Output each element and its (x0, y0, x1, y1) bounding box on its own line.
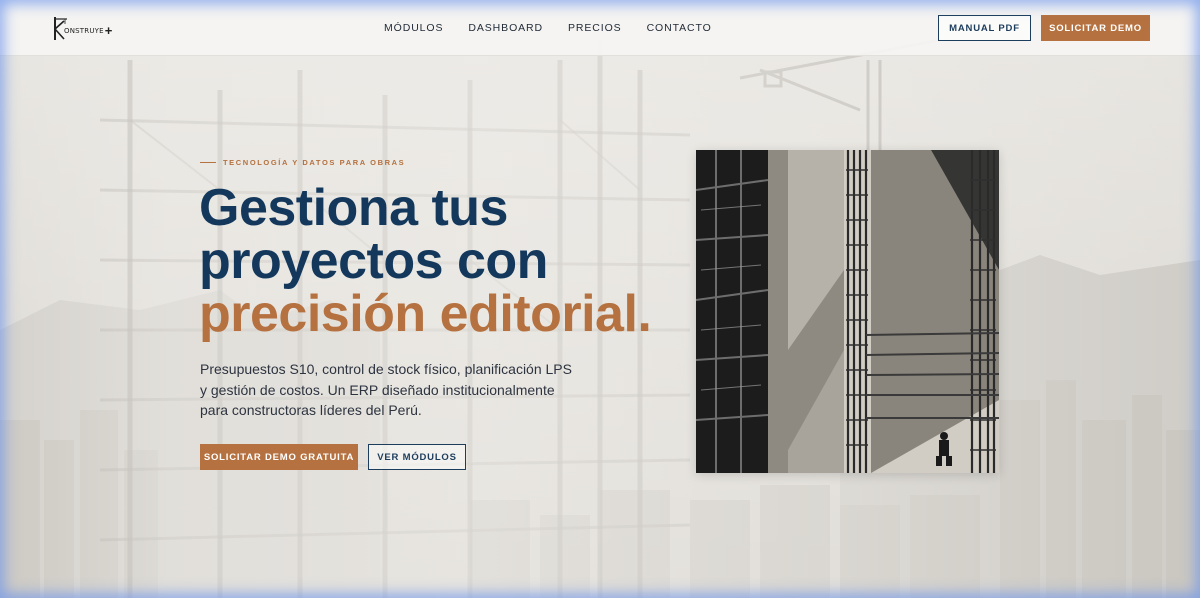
hero-lead: Presupuestos S10, control de stock físic… (200, 361, 572, 418)
nav-item-dashboard[interactable]: DASHBOARD (468, 22, 543, 34)
headline-line-2: proyectos con (199, 232, 548, 290)
site-header: ONSTRUYE + MÓDULOS DASHBOARD PRECIOS CON… (0, 0, 1200, 56)
eyebrow-rule (200, 162, 216, 163)
hero-headline: Gestiona tus proyectos con precisión edi… (199, 182, 679, 341)
view-modules-button[interactable]: VER MÓDULOS (368, 444, 466, 470)
brand-logo[interactable]: ONSTRUYE + (52, 14, 112, 42)
nav-item-modulos[interactable]: MÓDULOS (384, 22, 443, 34)
headline-line-1: Gestiona tus (199, 179, 508, 237)
eyebrow-text: TECNOLOGÍA Y DATOS PARA OBRAS (223, 158, 406, 167)
main-nav: MÓDULOS DASHBOARD PRECIOS CONTACTO (384, 22, 737, 34)
plus-icon: + (104, 22, 113, 38)
manual-pdf-button[interactable]: MANUAL PDF (938, 15, 1031, 41)
request-demo-button[interactable]: SOLICITAR DEMO (1041, 15, 1150, 41)
crane-hook-logo-icon (52, 15, 68, 41)
construction-photo-illustration (696, 150, 999, 473)
hero-eyebrow: TECNOLOGÍA Y DATOS PARA OBRAS (200, 158, 405, 167)
headline-accent: precisión editorial. (199, 285, 652, 343)
hero-photo (696, 150, 999, 473)
nav-item-precios[interactable]: PRECIOS (568, 22, 622, 34)
nav-item-contacto[interactable]: CONTACTO (647, 22, 712, 34)
request-free-demo-button[interactable]: SOLICITAR DEMO GRATUITA (200, 444, 358, 470)
